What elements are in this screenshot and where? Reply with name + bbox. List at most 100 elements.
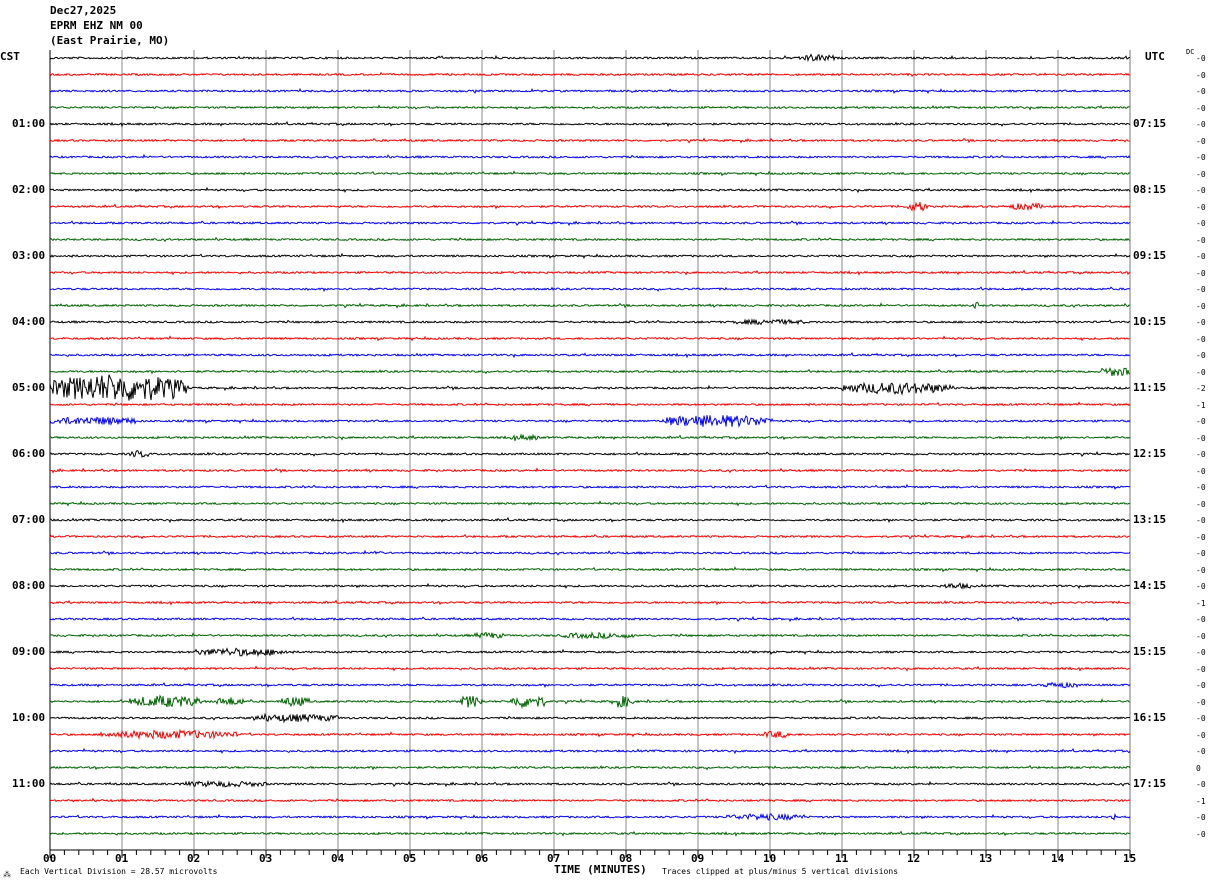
dc-offset-value: -0 — [1196, 466, 1206, 476]
utc-hour-label: 13:15 — [1133, 513, 1167, 526]
dc-offset-value: -0 — [1196, 714, 1206, 723]
seismic-trace — [49, 483, 1131, 490]
x-tick-label: 00 — [43, 852, 57, 865]
seismic-trace — [49, 533, 1130, 540]
utc-hour-label: 16:15 — [1133, 711, 1167, 724]
cst-hour-label: 03:00 — [12, 249, 46, 262]
seismic-trace — [49, 318, 1131, 326]
dc-offset-value: -0 — [1196, 730, 1206, 740]
seismic-trace — [49, 415, 1131, 428]
seismic-trace — [49, 647, 1131, 658]
x-tick-label: 14 — [1051, 852, 1065, 865]
dc-offset-value: -0 — [1196, 318, 1206, 327]
seismic-trace — [49, 286, 1131, 293]
dc-offset-value: -0 — [1196, 582, 1206, 591]
seismic-trace — [49, 582, 1131, 590]
seismic-trace — [49, 137, 1130, 144]
utc-hour-label: 11:15 — [1133, 381, 1167, 394]
seismic-trace — [49, 665, 1131, 672]
dc-offset-value: -0 — [1196, 780, 1206, 789]
seismic-trace — [49, 269, 1131, 276]
dc-offset-value: -1 — [1196, 598, 1206, 608]
dc-offset-value: -1 — [1196, 400, 1206, 410]
utc-hour-label: 15:15 — [1133, 645, 1167, 658]
dc-offset-value: -0 — [1196, 202, 1206, 212]
dc-offset-value: -0 — [1196, 87, 1206, 96]
seismic-trace — [49, 616, 1131, 623]
x-tick-label: 09 — [691, 852, 705, 865]
seismic-trace — [49, 830, 1131, 837]
seismic-trace — [50, 433, 1131, 442]
seismic-trace — [49, 694, 1131, 710]
seismic-trace — [49, 747, 1131, 755]
x-tick-label: 05 — [403, 852, 417, 865]
cst-hour-label: 06:00 — [12, 447, 46, 460]
dc-offset-value: -0 — [1196, 664, 1206, 674]
clip-note: Traces clipped at plus/minus 5 vertical … — [662, 867, 899, 876]
utc-hour-label: 12:15 — [1133, 447, 1167, 460]
cst-hour-label: 02:00 — [12, 183, 46, 196]
seismic-trace — [50, 631, 1131, 640]
seismic-trace — [49, 335, 1131, 342]
dc-offset-value: -0 — [1196, 54, 1206, 63]
seismic-trace — [49, 549, 1131, 556]
x-tick-label: 11 — [835, 852, 849, 865]
seismic-trace — [49, 186, 1131, 194]
dc-offset-value: -0 — [1196, 697, 1206, 707]
x-tick-label: 15 — [1123, 852, 1137, 865]
cst-hour-label: 07:00 — [12, 513, 46, 526]
seismic-trace — [49, 236, 1131, 243]
dc-offset-value: -0 — [1196, 681, 1206, 690]
dc-offset-value: -0 — [1196, 450, 1206, 459]
dc-offset-value: -0 — [1196, 70, 1206, 80]
seismic-trace — [49, 53, 1130, 63]
dc-offset-value: -0 — [1196, 268, 1206, 278]
cst-hour-label: 08:00 — [12, 579, 46, 592]
cst-hour-label: 01:00 — [12, 117, 46, 130]
dc-offset-value: -0 — [1196, 516, 1206, 525]
seismic-trace — [49, 797, 1131, 803]
cst-hour-label: 11:00 — [12, 777, 46, 790]
seismic-trace — [49, 401, 1131, 407]
dc-offset-value: -0 — [1196, 829, 1206, 839]
dc-offset-value: -0 — [1196, 351, 1206, 360]
dc-offset-value: -0 — [1196, 169, 1206, 179]
dc-offset-value: -0 — [1196, 235, 1206, 245]
dc-offset-value: -0 — [1196, 285, 1206, 294]
dc-offset-value: -0 — [1196, 433, 1206, 443]
dc-offset-value: -0 — [1196, 615, 1206, 624]
seismic-trace — [49, 712, 1131, 724]
seismic-trace — [49, 516, 1131, 524]
utc-hour-label: 07:15 — [1133, 117, 1167, 130]
seismic-trace — [49, 219, 1131, 227]
x-tick-label: 02 — [187, 852, 201, 865]
seismic-trace — [49, 71, 1131, 77]
seismic-trace — [49, 201, 1131, 212]
x-tick-label: 04 — [331, 852, 345, 865]
utc-hour-label: 10:15 — [1133, 315, 1167, 328]
cst-hour-label: 04:00 — [12, 315, 46, 328]
seismic-trace — [50, 170, 1131, 177]
dc-offset-value: -0 — [1196, 103, 1206, 113]
dc-offset-value: -0 — [1196, 219, 1206, 228]
dc-offset-value: -0 — [1196, 532, 1206, 542]
seismic-trace — [49, 301, 1131, 310]
dc-offset-value: -0 — [1196, 367, 1206, 377]
seismic-trace — [49, 681, 1131, 689]
x-tick-label: 06 — [475, 852, 489, 865]
dc-offset-value: -0 — [1196, 648, 1206, 657]
cst-hour-label: 05:00 — [12, 381, 46, 394]
x-tick-label: 13 — [979, 852, 993, 865]
x-axis-title: TIME (MINUTES) — [554, 863, 647, 876]
seismic-trace — [49, 87, 1131, 94]
seismic-trace — [49, 120, 1131, 128]
seismic-trace — [49, 764, 1131, 771]
x-tick-label: 12 — [907, 852, 921, 865]
seismic-trace — [49, 104, 1130, 111]
dc-offset-value: -0 — [1196, 153, 1206, 162]
seismic-trace — [49, 153, 1131, 160]
seismic-trace — [49, 374, 1131, 401]
x-tick-label: 10 — [763, 852, 777, 865]
dc-offset-value: -0 — [1196, 334, 1206, 344]
utc-hour-label: 14:15 — [1133, 579, 1167, 592]
